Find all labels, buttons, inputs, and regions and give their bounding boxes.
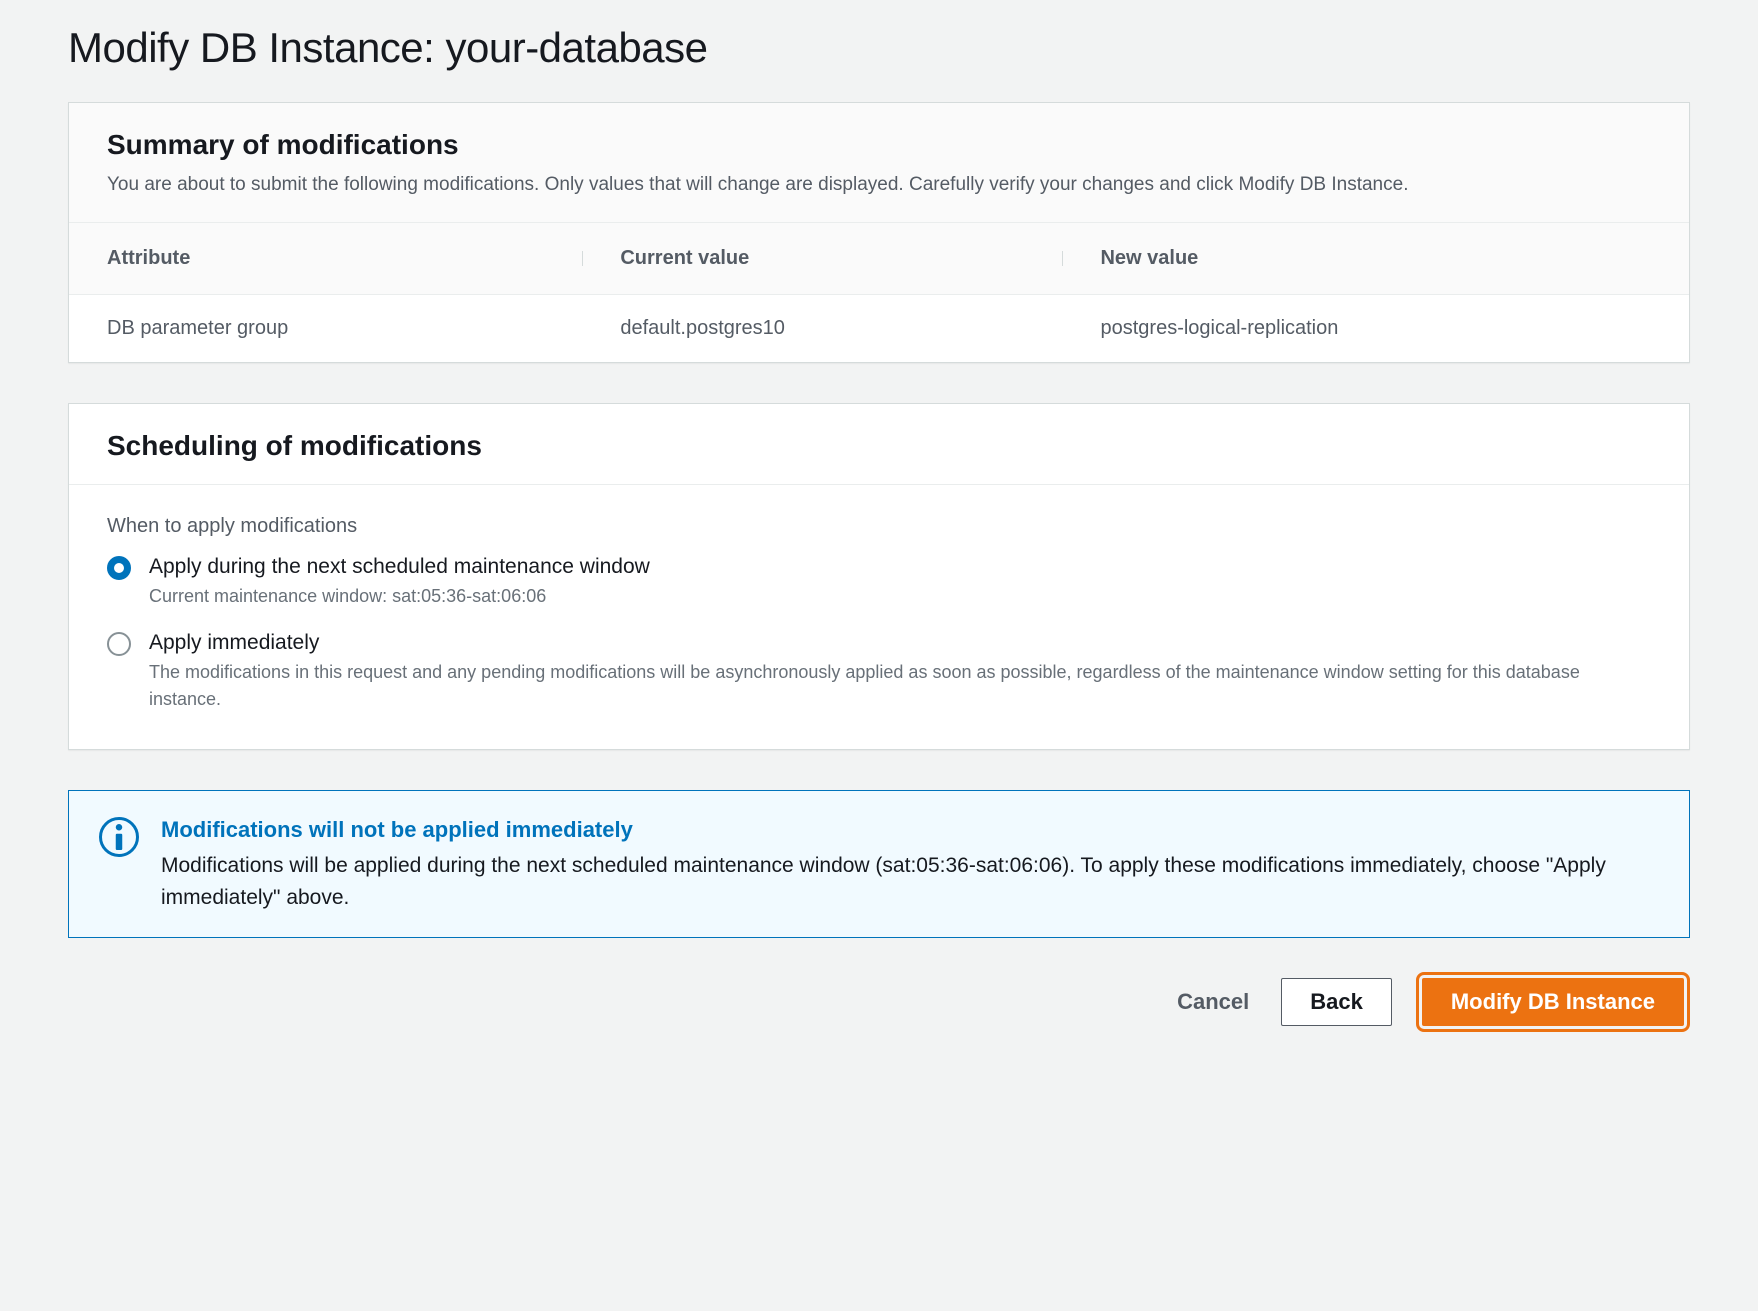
scheduling-panel-header: Scheduling of modifications	[69, 404, 1689, 485]
radio-text-wrap: Apply during the next scheduled maintena…	[149, 552, 1651, 610]
summary-title: Summary of modifications	[107, 129, 1651, 161]
back-button[interactable]: Back	[1281, 978, 1392, 1026]
scheduling-body: When to apply modifications Apply during…	[69, 485, 1689, 750]
cell-current-value: default.postgres10	[582, 294, 1062, 362]
when-to-apply-label: When to apply modifications	[107, 515, 1651, 538]
summary-panel-header: Summary of modifications You are about t…	[69, 103, 1689, 223]
radio-label: Apply immediately	[149, 628, 1651, 657]
summary-description: You are about to submit the following mo…	[107, 171, 1651, 200]
radio-input-apply-immediately[interactable]	[107, 632, 131, 656]
radio-option-apply-immediately[interactable]: Apply immediately The modifications in t…	[107, 628, 1651, 713]
radio-input-maintenance-window[interactable]	[107, 556, 131, 580]
radio-text-wrap: Apply immediately The modifications in t…	[149, 628, 1651, 713]
cancel-button[interactable]: Cancel	[1169, 979, 1257, 1025]
info-title: Modifications will not be applied immedi…	[161, 815, 1659, 846]
radio-sublabel: The modifications in this request and an…	[149, 659, 1651, 713]
modify-db-instance-button[interactable]: Modify DB Instance	[1422, 978, 1684, 1026]
radio-label: Apply during the next scheduled maintena…	[149, 552, 1651, 581]
radio-option-maintenance-window[interactable]: Apply during the next scheduled maintena…	[107, 552, 1651, 610]
scheduling-title: Scheduling of modifications	[107, 430, 1651, 462]
modifications-table: Attribute Current value New value DB par…	[69, 223, 1689, 362]
actions-row: Cancel Back Modify DB Instance	[68, 972, 1690, 1032]
col-attribute: Attribute	[69, 223, 582, 295]
info-body: Modifications will be applied during the…	[161, 850, 1659, 913]
cell-new-value: postgres-logical-replication	[1062, 294, 1689, 362]
col-current-value: Current value	[582, 223, 1062, 295]
cell-attribute: DB parameter group	[69, 294, 582, 362]
col-new-value: New value	[1062, 223, 1689, 295]
submit-highlight: Modify DB Instance	[1416, 972, 1690, 1032]
summary-panel: Summary of modifications You are about t…	[68, 102, 1690, 363]
page-title: Modify DB Instance: your-database	[68, 0, 1690, 102]
info-content: Modifications will not be applied immedi…	[161, 815, 1659, 913]
table-row: DB parameter group default.postgres10 po…	[69, 294, 1689, 362]
info-alert: Modifications will not be applied immedi…	[68, 790, 1690, 938]
radio-sublabel: Current maintenance window: sat:05:36-sa…	[149, 583, 1651, 610]
scheduling-panel: Scheduling of modifications When to appl…	[68, 403, 1690, 751]
info-icon	[99, 817, 139, 857]
